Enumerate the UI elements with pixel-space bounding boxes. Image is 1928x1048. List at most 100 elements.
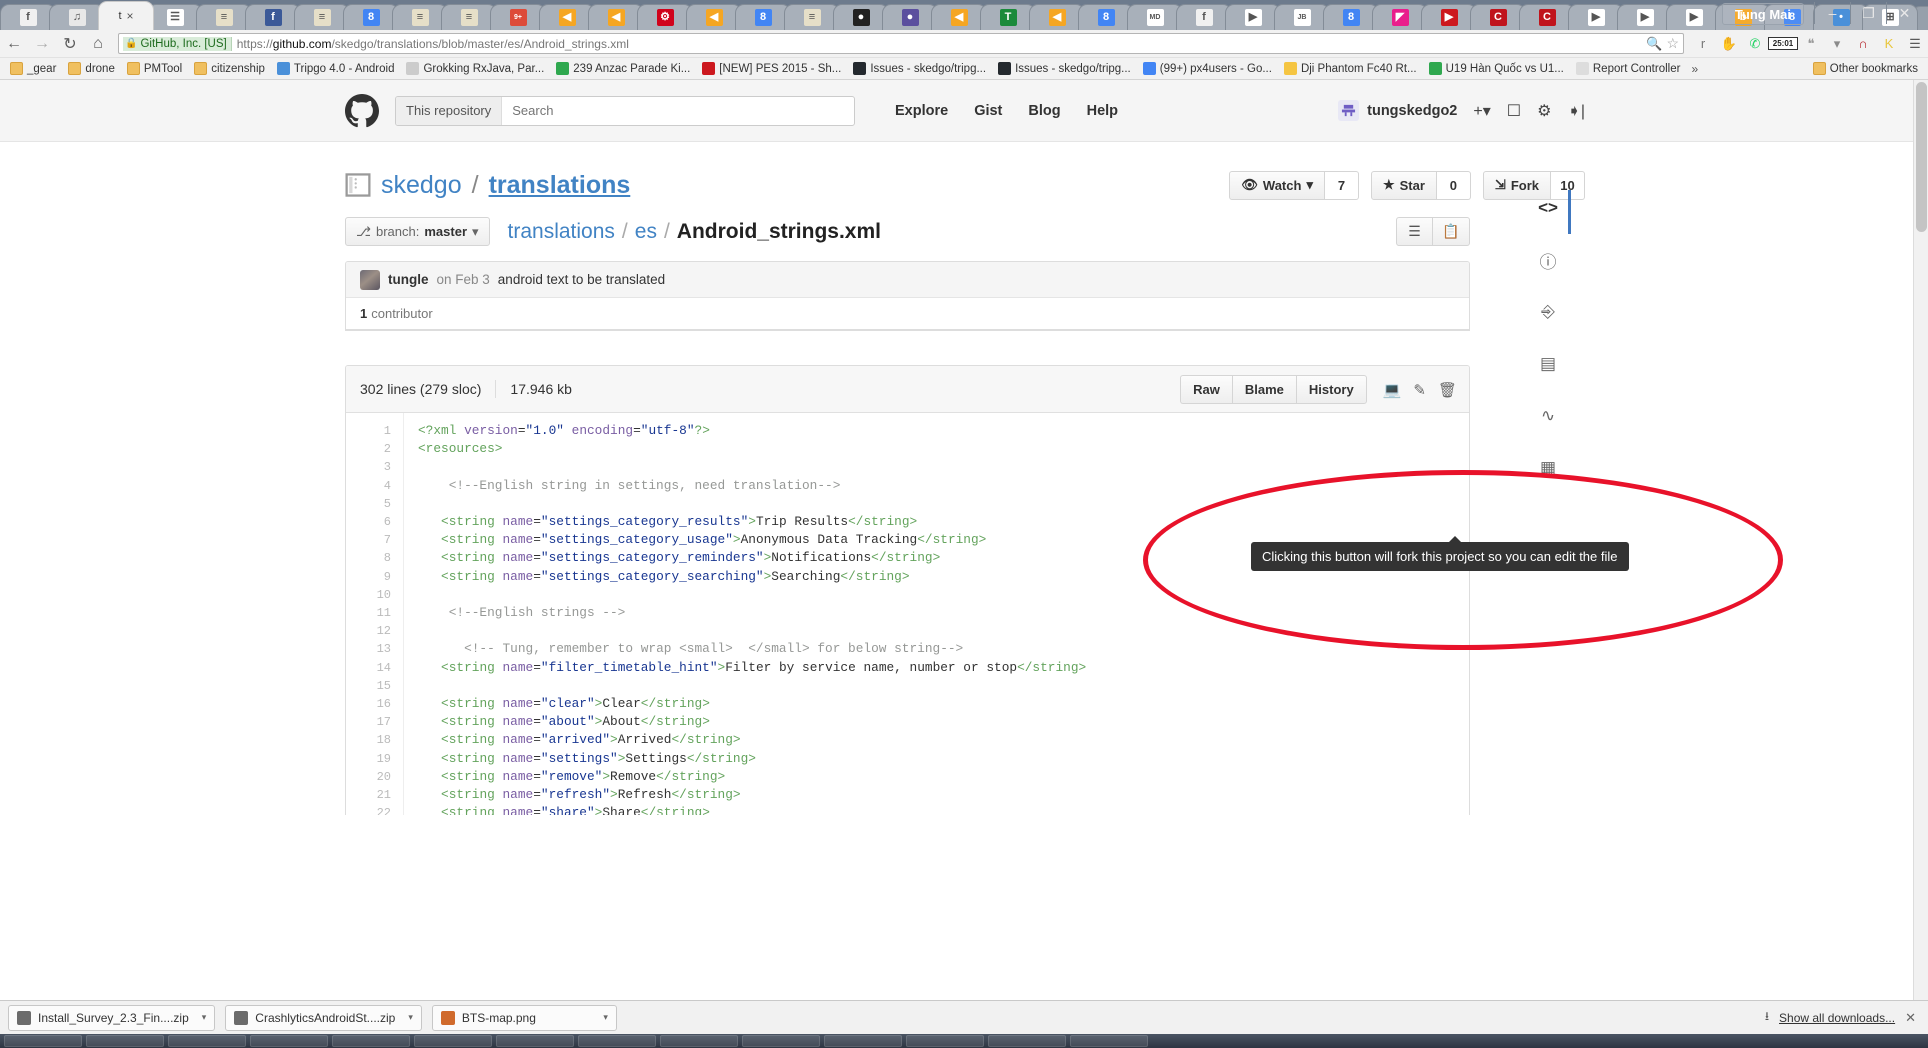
zoom-icon[interactable]: 🔍 (1646, 36, 1662, 52)
bookmark-item[interactable]: Grokking RxJava, Par... (400, 59, 550, 79)
line-number[interactable]: 12 (346, 622, 391, 640)
code-content[interactable]: <?xml version="1.0" encoding="utf-8"?> <r… (404, 413, 1469, 815)
line-number[interactable]: 21 (346, 786, 391, 804)
close-shelf-button[interactable]: ✕ (1905, 1010, 1920, 1026)
line-number[interactable]: 11 (346, 604, 391, 622)
show-all-downloads-link[interactable]: Show all downloads... (1779, 1011, 1895, 1025)
tab-music[interactable]: ♫ (49, 4, 105, 30)
line-number[interactable]: 22 (346, 804, 391, 815)
tab-feedly-1[interactable]: ≡ (196, 4, 252, 30)
home-icon[interactable]: ⌂ (84, 31, 112, 57)
taskbar-item[interactable] (578, 1035, 656, 1047)
raw-button[interactable]: Raw (1180, 375, 1232, 404)
line-number[interactable]: 2 (346, 440, 391, 458)
breadcrumb-es[interactable]: es (635, 220, 657, 244)
tab-megaphone-2[interactable]: ◀ (588, 4, 644, 30)
close-window-button[interactable]: ✕ (1886, 2, 1922, 24)
tab-feedly-3[interactable]: ≡ (392, 4, 448, 30)
tab-facebook[interactable]: f (245, 4, 301, 30)
bookmark-item[interactable]: [NEW] PES 2015 - Sh... (696, 59, 847, 79)
line-number[interactable]: 16 (346, 695, 391, 713)
minimize-button[interactable]: – (1814, 2, 1850, 24)
nav-gist[interactable]: Gist (974, 103, 1002, 119)
tab-play-store-3[interactable]: ▶ (1617, 4, 1673, 30)
list-icon[interactable]: ☰ (1396, 217, 1433, 246)
forward-arrow-icon[interactable]: → (28, 31, 56, 57)
branch-selector[interactable]: ⎇ branch: master ▾ (345, 217, 490, 246)
line-number[interactable]: 6 (346, 513, 391, 531)
tab-purple-oval[interactable]: ● (882, 4, 938, 30)
tab-feedly-4[interactable]: ≡ (441, 4, 497, 30)
download-menu-caret[interactable]: ▾ (597, 1012, 608, 1023)
breadcrumb-translations[interactable]: translations (508, 220, 615, 244)
rail-wiki-icon[interactable]: ▤ (1535, 351, 1561, 377)
line-number[interactable]: 1 (346, 422, 391, 440)
bookmark-item[interactable]: U19 Hàn Quốc vs U1... (1423, 59, 1570, 79)
bookmarks-overflow-icon[interactable]: » (1686, 62, 1703, 76)
bookmark-item[interactable]: Issues - skedgo/tripg... (847, 59, 992, 79)
tab-pink-chart[interactable]: ◤ (1372, 4, 1428, 30)
line-number[interactable]: 19 (346, 750, 391, 768)
bookmark-item[interactable]: drone (62, 59, 120, 79)
line-number[interactable]: 5 (346, 495, 391, 513)
watch-button[interactable]: 👁 Watch ▾ (1229, 170, 1325, 200)
bookmark-item[interactable]: Report Controller (1570, 59, 1687, 79)
bookmark-item[interactable]: (99+) px4users - Go... (1137, 59, 1278, 79)
rail-pull-requests-icon[interactable]: ⎆ (1535, 299, 1561, 325)
taskbar-item[interactable] (1070, 1035, 1148, 1047)
user-profile-link[interactable]: tungskedgo2 (1338, 100, 1457, 121)
line-number[interactable]: 13 (346, 640, 391, 658)
other-bookmarks-folder[interactable]: Other bookmarks (1807, 59, 1924, 79)
star-count[interactable]: 0 (1436, 170, 1471, 200)
tab-settings-red[interactable]: ⚙ (637, 4, 693, 30)
bookmark-item[interactable]: 239 Anzac Parade Ki... (550, 59, 696, 79)
repo-owner-link[interactable]: skedgo (381, 171, 462, 200)
tab-github[interactable]: ● (833, 4, 889, 30)
maximize-button[interactable]: ❐ (1850, 2, 1886, 24)
bookmark-item[interactable]: _gear (4, 59, 62, 79)
open-desktop-icon[interactable]: 💻 (1383, 381, 1402, 399)
tab-megaphone-4[interactable]: ◀ (931, 4, 987, 30)
star-button[interactable]: ★ Star (1370, 170, 1437, 200)
tab-feedly-2[interactable]: ≡ (294, 4, 350, 30)
kaleidoscope-icon[interactable]: K (1876, 31, 1902, 57)
tab-flipboard[interactable]: f (0, 4, 56, 30)
tab-c-red-2[interactable]: C (1519, 4, 1575, 30)
taskbar-item[interactable] (906, 1035, 984, 1047)
contributors-row[interactable]: 1 contributor (346, 298, 1469, 330)
search-box[interactable]: This repository (395, 95, 855, 126)
watch-count[interactable]: 7 (1324, 170, 1359, 200)
quote-icon[interactable]: ❝ (1798, 31, 1824, 57)
scrollbar-thumb[interactable] (1916, 82, 1927, 232)
tab-play-store-1[interactable]: ▶ (1225, 4, 1281, 30)
inbox-icon[interactable]: ☐ (1507, 101, 1521, 121)
tab-play-store-4[interactable]: ▶ (1666, 4, 1722, 30)
nav-help[interactable]: Help (1087, 103, 1118, 119)
rail-issues-icon[interactable]: ⓘ (1535, 247, 1561, 273)
tab-play-store-2[interactable]: ▶ (1568, 4, 1624, 30)
line-number[interactable]: 4 (346, 477, 391, 495)
ssl-badge[interactable]: 🔒 GitHub, Inc. [US] (123, 36, 232, 51)
taskbar-item[interactable] (4, 1035, 82, 1047)
tab-c-red-1[interactable]: C (1470, 4, 1526, 30)
tab-megaphone-3[interactable]: ◀ (686, 4, 742, 30)
back-arrow-icon[interactable]: ← (0, 31, 28, 57)
tab-megaphone-5[interactable]: ◀ (1029, 4, 1085, 30)
adblock-icon[interactable]: ✋ (1716, 31, 1742, 57)
tab-youtube[interactable]: ▶ (1421, 4, 1477, 30)
tab-megaphone-1[interactable]: ◀ (539, 4, 595, 30)
download-menu-caret[interactable]: ▾ (196, 1012, 207, 1023)
taskbar-item[interactable] (496, 1035, 574, 1047)
window-user-label[interactable]: Tung Mai (1721, 3, 1804, 25)
tab-google-1[interactable]: 8 (343, 4, 399, 30)
line-number[interactable]: 17 (346, 713, 391, 731)
tab-google-3[interactable]: 8 (1078, 4, 1134, 30)
chrome-menu-icon[interactable]: ☰ (1902, 31, 1928, 57)
reload-icon[interactable]: ↻ (56, 31, 84, 57)
nav-explore[interactable]: Explore (895, 103, 948, 119)
rail-pulse-icon[interactable]: ∿ (1535, 403, 1561, 429)
tab-google-4[interactable]: 8 (1323, 4, 1379, 30)
sign-out-icon[interactable]: ➧| (1567, 101, 1585, 121)
bookmark-item[interactable]: citizenship (188, 59, 271, 79)
tab-google-2[interactable]: 8 (735, 4, 791, 30)
